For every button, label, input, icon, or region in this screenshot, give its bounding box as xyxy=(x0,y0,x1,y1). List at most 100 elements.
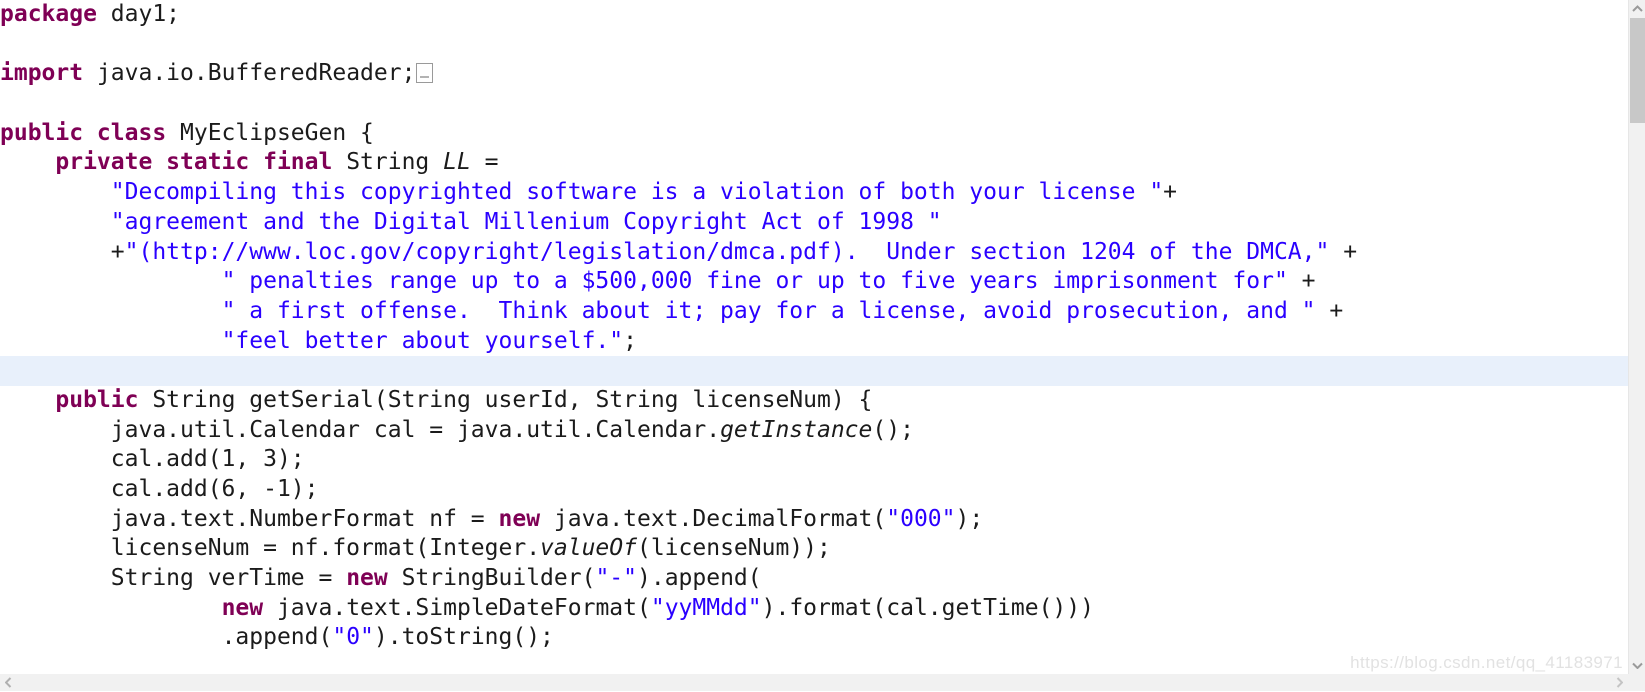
code-token-plain: cal.add(6, -1); xyxy=(110,476,319,502)
code-token-plain: java.text.NumberFormat nf = xyxy=(110,505,499,532)
code-line[interactable]: String verTime = new StringBuilder("-").… xyxy=(0,564,1628,594)
scroll-left-button[interactable] xyxy=(0,674,17,691)
code-token-plain: (licenseNum)); xyxy=(636,535,831,562)
code-line[interactable]: cal.add(6, -1); xyxy=(0,475,1628,505)
code-token-method: getInstance xyxy=(720,416,873,443)
code-token-plain: + xyxy=(1163,179,1178,206)
collapsed-code-marker-icon[interactable] xyxy=(416,63,434,84)
code-line[interactable]: package day1; xyxy=(0,0,1628,30)
code-token-plain: + xyxy=(1329,238,1358,265)
code-token-plain: ).append( xyxy=(637,565,762,592)
code-token-kw: new xyxy=(221,594,264,621)
scrollbar-corner xyxy=(1628,674,1645,691)
code-line[interactable]: "feel better about yourself."; xyxy=(0,327,1628,357)
code-token-str: "0" xyxy=(332,624,374,651)
code-token-plain: String xyxy=(332,149,444,176)
code-token-kw: package xyxy=(0,1,97,27)
chevron-right-icon xyxy=(1616,673,1624,692)
code-line[interactable]: .append("0").toString(); xyxy=(0,623,1628,653)
code-token-plain: ).toString(); xyxy=(373,624,554,651)
code-token-method: valueOf xyxy=(540,535,637,562)
code-token-str: "(http://www.loc.gov/copyright/legislati… xyxy=(124,238,1330,265)
code-line[interactable] xyxy=(0,356,1628,386)
code-token-plain: ); xyxy=(955,505,984,532)
code-token-kw: public class xyxy=(0,119,167,146)
code-token-str: " a first offense. Think about it; pay f… xyxy=(221,297,1316,324)
code-token-plain: licenseNum = nf.format(Integer. xyxy=(110,535,541,562)
code-token-plain: java.text.DecimalFormat( xyxy=(540,505,887,532)
code-token-plain: cal.add(1, 3); xyxy=(110,446,305,473)
code-line[interactable]: public class MyEclipseGen { xyxy=(0,119,1628,149)
code-line[interactable]: "agreement and the Digital Millenium Cop… xyxy=(0,208,1628,238)
code-token-plain: java.io.BufferedReader; xyxy=(83,60,416,87)
code-token-plain: day1; xyxy=(96,1,181,27)
code-line[interactable] xyxy=(0,89,1628,119)
code-token-str: "yyMMdd" xyxy=(650,594,762,621)
code-token-str: "-" xyxy=(595,565,637,592)
vertical-scrollbar[interactable] xyxy=(1628,0,1645,674)
code-line[interactable]: public String getSerial(String userId, S… xyxy=(0,386,1628,416)
horizontal-scrollbar[interactable] xyxy=(0,674,1645,691)
code-token-plain: StringBuilder( xyxy=(387,565,596,592)
scroll-right-button[interactable] xyxy=(1611,674,1628,691)
code-line[interactable]: java.text.NumberFormat nf = new java.tex… xyxy=(0,505,1628,535)
code-token-plain: java.util.Calendar cal = java.util.Calen… xyxy=(110,416,721,443)
code-editor-window: package day1; import java.io.BufferedRea… xyxy=(0,0,1645,691)
code-token-plain: String verTime = xyxy=(110,565,347,592)
code-line[interactable]: " a first offense. Think about it; pay f… xyxy=(0,297,1628,327)
code-token-kw: import xyxy=(0,60,84,87)
chevron-up-icon xyxy=(1632,5,1643,12)
code-line[interactable]: " penalties range up to a $500,000 fine … xyxy=(0,267,1628,297)
code-token-field: LL xyxy=(443,149,471,176)
code-line[interactable]: licenseNum = nf.format(Integer.valueOf(l… xyxy=(0,534,1628,564)
chevron-left-icon xyxy=(4,673,12,692)
code-token-plain: .append( xyxy=(221,624,333,651)
code-line[interactable]: cal.add(1, 3); xyxy=(0,445,1628,475)
code-token-plain: + xyxy=(1315,297,1344,324)
code-line[interactable]: new java.text.SimpleDateFormat("yyMMdd")… xyxy=(0,594,1628,624)
code-line[interactable]: private static final String LL = xyxy=(0,148,1628,178)
code-token-kw: private static final xyxy=(55,149,333,176)
code-line[interactable]: "Decompiling this copyrighted software i… xyxy=(0,178,1628,208)
code-token-kw: public xyxy=(55,386,139,413)
code-line[interactable]: +"(http://www.loc.gov/copyright/legislat… xyxy=(0,238,1628,268)
code-token-plain: = xyxy=(470,149,499,176)
code-token-str: "Decompiling this copyrighted software i… xyxy=(110,179,1164,206)
scroll-down-button[interactable] xyxy=(1629,657,1645,674)
code-token-kw: new xyxy=(498,505,541,532)
code-token-plain: ).format(cal.getTime())) xyxy=(761,594,1094,621)
code-line[interactable] xyxy=(0,30,1628,60)
vertical-scrollbar-thumb[interactable] xyxy=(1630,18,1645,123)
code-token-plain: (); xyxy=(872,416,914,443)
code-text-area[interactable]: package day1; import java.io.BufferedRea… xyxy=(0,0,1628,674)
code-token-plain: String getSerial(String userId, String l… xyxy=(138,386,873,413)
code-line[interactable]: import java.io.BufferedReader; xyxy=(0,59,1628,89)
code-token-plain: + xyxy=(110,238,125,265)
code-line[interactable]: java.util.Calendar cal = java.util.Calen… xyxy=(0,416,1628,446)
code-token-str: " penalties range up to a $500,000 fine … xyxy=(221,268,1288,295)
code-token-str: "feel better about yourself." xyxy=(221,327,624,354)
scroll-up-button[interactable] xyxy=(1629,0,1645,17)
code-token-str: "000" xyxy=(886,505,956,532)
code-token-plain: ; xyxy=(623,327,637,354)
code-token-str: "agreement and the Digital Millenium Cop… xyxy=(110,208,942,235)
code-token-plain: java.text.SimpleDateFormat( xyxy=(263,594,651,621)
code-token-kw: new xyxy=(346,565,388,592)
chevron-down-icon xyxy=(1632,662,1643,669)
